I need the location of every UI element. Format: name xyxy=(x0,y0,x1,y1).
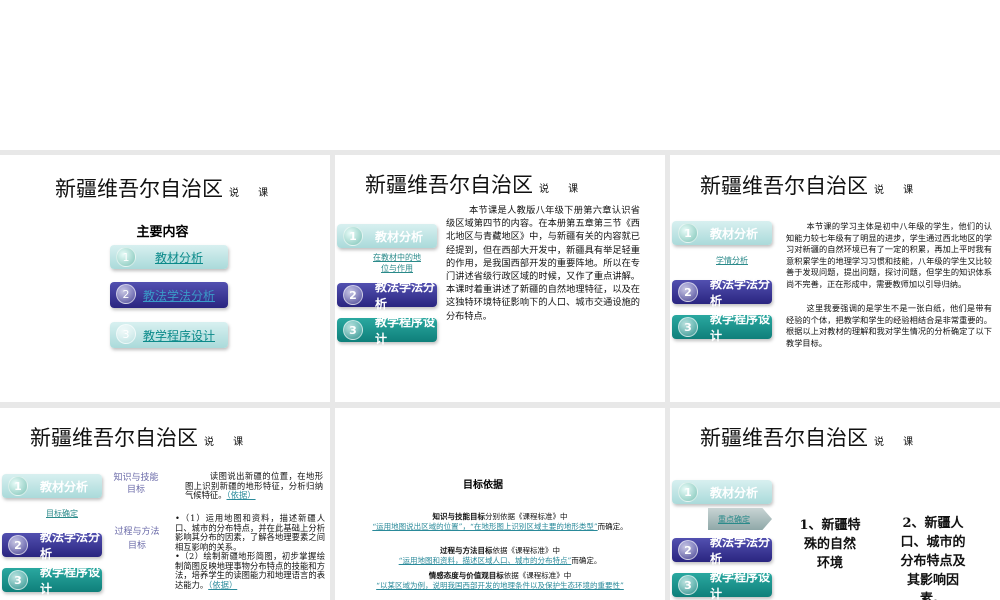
basis-text: 而确定。 xyxy=(571,556,602,565)
goal-text: •（2）绘制新疆地形简图，初步掌握绘制简图反映地理事物分布特点的技能和方法，培养… xyxy=(175,551,325,590)
button-label: 教材分析 xyxy=(710,226,759,241)
sub-link[interactable]: 目标确定 xyxy=(37,508,87,519)
button-label: 教学程序设计 xyxy=(710,312,771,343)
goal-label-process: 过程与方法目标 xyxy=(114,527,160,551)
nav-button-1[interactable]: 1 教材分析 xyxy=(337,224,437,248)
key-point-tag[interactable]: 重点确定 xyxy=(708,508,772,530)
number-bubble-icon: 2 xyxy=(678,282,698,302)
basis-link[interactable]: （依据） xyxy=(227,490,256,500)
nav-button-2[interactable]: 2 教法学法分析 xyxy=(2,530,102,561)
slide-title: 新疆维吾尔自治区说 课 xyxy=(700,174,922,198)
nav-button-2[interactable]: 2 教法学法分析 xyxy=(672,277,772,308)
button-label: 教法学法分析 xyxy=(710,277,771,308)
slide-title: 新疆维吾尔自治区说 课 xyxy=(365,173,587,197)
number-bubble-icon: 1 xyxy=(116,247,136,267)
body-text-2: 这里我要强调的是学生不是一张白纸，他们是带有经验的个体，把教学和学生的经验相结合… xyxy=(786,303,992,348)
nav-button-3[interactable]: 3 教学程序设计 xyxy=(2,565,102,596)
basis-emotion: 情感态度与价值观目标依据《课程标准》中 “以某区域为例，说明我国西部开发的地理条件… xyxy=(335,571,665,591)
basis-title: 知识与技能目标 xyxy=(432,512,486,521)
sub-link[interactable]: 学情分析 xyxy=(707,255,757,266)
slide-2[interactable]: 新疆维吾尔自治区说 课 1 教材分析 在教材中的地位与作用 2 教法学法分析 3 教学… xyxy=(335,155,665,402)
number-bubble-icon: 2 xyxy=(116,284,136,304)
number-bubble-icon: 3 xyxy=(8,570,28,590)
nav-button-1[interactable]: 1 教材分析 xyxy=(672,221,772,245)
nav-button-2[interactable]: 2 教法学法分析 xyxy=(672,535,772,566)
basis-knowledge: 知识与技能目标分别依据《课程标准》中 “运用地图说出区域的位置”，“在地形图上识别… xyxy=(335,512,665,532)
number-bubble-icon: 1 xyxy=(343,226,363,246)
key-point-1: 1、新疆特殊的自然环境 xyxy=(799,518,861,571)
standard-link[interactable]: “以某区域为例，说明我国西部开发的地理条件以及保护生态环境的重要性” xyxy=(376,581,624,590)
button-label: 教学程序设计 xyxy=(375,315,436,346)
standard-link[interactable]: “运用地图和资料，描述区域人口、城市的分布特点” xyxy=(399,556,572,565)
button-label: 教材分析 xyxy=(154,250,203,265)
number-bubble-icon: 2 xyxy=(343,285,363,305)
number-bubble-icon: 1 xyxy=(678,223,698,243)
button-label: 教法学法分析 xyxy=(710,535,771,566)
number-bubble-icon: 1 xyxy=(678,482,698,502)
goal-text-3: •（2）绘制新疆地形简图，初步掌握绘制简图反映地理事物分布特点的技能和方法，培养… xyxy=(175,551,325,590)
basis-text: 而确定。 xyxy=(597,522,628,531)
basis-process: 过程与方法目标依据《课程标准》中 “运用地图和资料，描述区域人口、城市的分布特点”… xyxy=(335,546,665,566)
basis-text: 依据《课程标准》中 xyxy=(503,571,572,580)
slide-5[interactable]: 目标依据 知识与技能目标分别依据《课程标准》中 “运用地图说出区域的位置”，“在地… xyxy=(335,408,665,600)
slide-heading: 目标依据 xyxy=(463,480,503,491)
basis-link[interactable]: （依据） xyxy=(208,580,237,590)
nav-button-1[interactable]: 1 教材分析 xyxy=(672,480,772,504)
number-bubble-icon: 3 xyxy=(678,317,698,337)
number-bubble-icon: 3 xyxy=(116,324,136,344)
basis-text: 依据《课程标准》中 xyxy=(492,546,561,555)
slide-4[interactable]: 新疆维吾尔自治区说 课 1 教材分析 目标确定 2 教法学法分析 3 教学程序设计 知… xyxy=(0,408,330,600)
body-text-1: 本节课的学习主体是初中八年级的学生，他们的认知能力较七年级有了明显的进步，学生通… xyxy=(786,221,992,289)
standard-link[interactable]: “运用地图说出区域的位置”，“在地形图上识别区域主要的地形类型” xyxy=(372,522,597,531)
slide-title: 新疆维吾尔自治区说 课 xyxy=(700,426,922,450)
button-label: 教材分析 xyxy=(710,485,759,500)
button-label: 教材分析 xyxy=(375,229,424,244)
slide-title: 新疆维吾尔自治区说 课 xyxy=(55,177,277,201)
toc-button-2[interactable]: 2 教法学法分析 xyxy=(110,282,228,308)
slide-6[interactable]: 新疆维吾尔自治区说 课 1 教材分析 重点确定 2 教法学法分析 3 教学程序设计 1… xyxy=(670,408,1000,600)
nav-button-3[interactable]: 3 教学程序设计 xyxy=(672,570,772,600)
body-text: 本节课是人教版八年级下册第六章认识省级区域第四节的内容。在本册第五章第三节《西北… xyxy=(446,205,640,322)
slide-3[interactable]: 新疆维吾尔自治区说 课 1 教材分析 学情分析 2 教法学法分析 3 教学程序设计 本… xyxy=(670,155,1000,402)
basis-text: 分别依据《课程标准》中 xyxy=(485,512,568,521)
button-label: 教法学法分析 xyxy=(40,530,101,561)
nav-button-1[interactable]: 1 教材分析 xyxy=(2,474,102,498)
number-bubble-icon: 3 xyxy=(678,575,698,595)
button-label: 教学程序设计 xyxy=(40,565,101,596)
nav-button-2[interactable]: 2 教法学法分析 xyxy=(337,280,437,311)
basis-title: 情感态度与价值观目标 xyxy=(428,571,504,580)
number-bubble-icon: 2 xyxy=(678,540,698,560)
goal-label-knowledge: 知识与技能目标 xyxy=(113,473,159,495)
button-label: 教学程序设计 xyxy=(710,570,771,600)
toc-button-1[interactable]: 1 教材分析 xyxy=(110,245,228,269)
slide-title: 新疆维吾尔自治区说 课 xyxy=(30,426,252,450)
goal-text-1: 读图说出新疆的位置，在地形图上识别新疆的地形特征，分析归纳气候特征。（依据） xyxy=(185,471,323,501)
goal-text-2: •（1）运用地图和资料，描述新疆人口、城市的分布特点，并在此基础上分析影响其分布… xyxy=(175,513,325,552)
toc-heading: 主要内容 xyxy=(136,225,189,240)
button-label: 教学程序设计 xyxy=(142,328,215,343)
toc-button-3[interactable]: 3 教学程序设计 xyxy=(110,322,228,348)
slide-1[interactable]: 新疆维吾尔自治区说 课 主要内容 1 教材分析 2 教法学法分析 3 教学程序设计 xyxy=(0,155,330,402)
nav-button-3[interactable]: 3 教学程序设计 xyxy=(337,315,437,346)
basis-title: 过程与方法目标 xyxy=(440,546,493,555)
number-bubble-icon: 2 xyxy=(8,535,28,555)
sub-link[interactable]: 在教材中的地位与作用 xyxy=(372,252,422,274)
button-label: 教材分析 xyxy=(40,479,89,494)
key-point-2: 2、新疆人口、城市的分布特点及其影响因素。 xyxy=(900,516,966,600)
nav-button-3[interactable]: 3 教学程序设计 xyxy=(672,312,772,343)
number-bubble-icon: 1 xyxy=(8,476,28,496)
number-bubble-icon: 3 xyxy=(343,320,363,340)
button-label: 教法学法分析 xyxy=(142,288,215,303)
button-label: 教法学法分析 xyxy=(375,280,436,311)
